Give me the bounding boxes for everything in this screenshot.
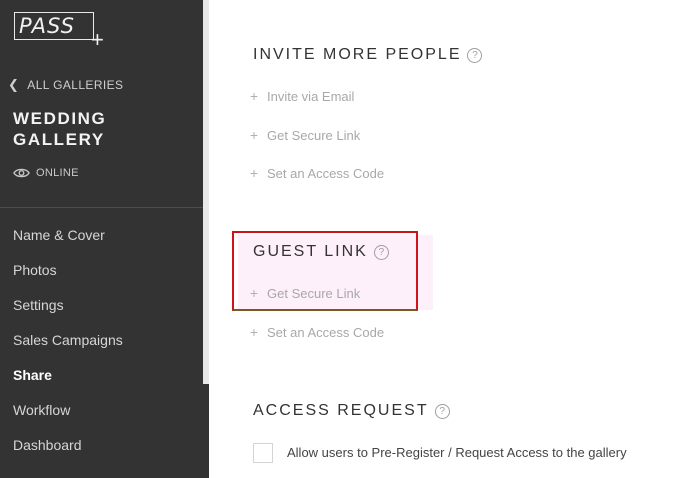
sidebar-item-workflow[interactable]: Workflow <box>0 393 203 428</box>
sidebar-item-photos[interactable]: Photos <box>0 253 203 288</box>
plus-icon: + <box>249 285 259 301</box>
access-request-section-title: ACCESS REQUEST ? <box>253 402 450 420</box>
pre-register-checkbox[interactable] <box>253 443 273 463</box>
sidebar-item-name-cover[interactable]: Name & Cover <box>0 218 203 253</box>
invite-title-text: INVITE MORE PEOPLE <box>253 46 462 63</box>
option-label: Set an Access Code <box>267 324 385 340</box>
option-label: Get Secure Link <box>267 285 361 301</box>
sidebar-nav: Name & Cover Photos Settings Sales Campa… <box>0 218 203 463</box>
pre-register-label[interactable]: Allow users to Pre-Register / Request Ac… <box>287 445 627 460</box>
guest-link-section-title: GUEST LINK ? <box>253 243 389 261</box>
pass-logo[interactable]: PASS + <box>14 12 104 52</box>
gallery-status[interactable]: ONLINE <box>13 167 79 179</box>
help-icon[interactable]: ? <box>467 47 483 63</box>
guest-secure-link-option[interactable]: + Get Secure Link <box>249 285 360 301</box>
logo-text: PASS <box>19 14 75 38</box>
option-label: Set an Access Code <box>267 165 385 181</box>
sidebar-item-sales-campaigns[interactable]: Sales Campaigns <box>0 323 203 358</box>
plus-icon: + <box>249 88 259 104</box>
share-panel: INVITE MORE PEOPLE ? + Invite via Email … <box>209 0 688 478</box>
sidebar-divider <box>0 207 203 208</box>
sidebar-item-settings[interactable]: Settings <box>0 288 203 323</box>
guest-link-title-text: GUEST LINK <box>253 243 368 260</box>
invite-via-email-option[interactable]: + Invite via Email <box>249 88 355 104</box>
eye-icon <box>13 168 30 178</box>
help-icon[interactable]: ? <box>373 244 389 260</box>
sidebar-item-share[interactable]: Share <box>0 358 203 393</box>
invite-secure-link-option[interactable]: + Get Secure Link <box>249 127 360 143</box>
guest-access-code-option[interactable]: + Set an Access Code <box>249 324 384 340</box>
plus-icon: + <box>249 127 259 143</box>
chevron-left-icon: ❮ <box>8 77 20 92</box>
back-link-label: ALL GALLERIES <box>27 78 124 92</box>
sidebar: PASS + ❮ ALL GALLERIES WEDDING GALLERY O… <box>0 0 209 478</box>
sidebar-item-dashboard[interactable]: Dashboard <box>0 428 203 463</box>
invite-access-code-option[interactable]: + Set an Access Code <box>249 165 384 181</box>
logo-plus-icon: + <box>91 27 104 52</box>
all-galleries-link[interactable]: ❮ ALL GALLERIES <box>8 77 123 93</box>
help-icon[interactable]: ? <box>434 403 450 419</box>
plus-icon: + <box>249 324 259 340</box>
plus-icon: + <box>249 165 259 181</box>
status-label: ONLINE <box>36 167 79 179</box>
gallery-title: WEDDING GALLERY <box>13 109 107 149</box>
invite-section-title: INVITE MORE PEOPLE ? <box>253 46 483 64</box>
option-label: Get Secure Link <box>267 127 361 143</box>
option-label: Invite via Email <box>267 88 355 104</box>
access-request-title-text: ACCESS REQUEST <box>253 402 429 419</box>
